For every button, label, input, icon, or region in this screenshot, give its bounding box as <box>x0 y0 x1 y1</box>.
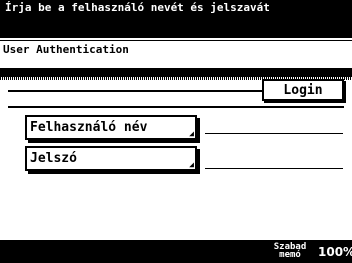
message-bar: Írja be a felhasználó nevét és jelszavát <box>0 0 352 38</box>
password-label: Jelszó <box>30 151 77 166</box>
divider <box>0 40 352 41</box>
corner-mark-icon: ◢ <box>189 160 194 169</box>
login-button[interactable]: Login <box>262 79 344 101</box>
password-value-field[interactable] <box>205 168 343 169</box>
corner-mark-icon: ◢ <box>189 129 194 138</box>
free-memory-label: Szabad memó <box>273 242 307 260</box>
username-value-field[interactable] <box>205 133 343 134</box>
panel-screen: Írja be a felhasználó nevét és jelszavát… <box>0 0 352 263</box>
instruction-message: Írja be a felhasználó nevét és jelszavát <box>5 1 270 14</box>
status-bar: Szabad memó 100% <box>0 240 352 263</box>
screen-title: User Authentication <box>3 43 129 56</box>
password-button[interactable]: Jelszó ◢ <box>25 146 197 171</box>
username-label: Felhasználó név <box>30 120 148 135</box>
username-button[interactable]: Felhasználó név ◢ <box>25 115 197 140</box>
free-memory-value: 100% <box>318 245 352 259</box>
login-button-label: Login <box>283 83 323 98</box>
title-divider-bar <box>0 68 352 77</box>
